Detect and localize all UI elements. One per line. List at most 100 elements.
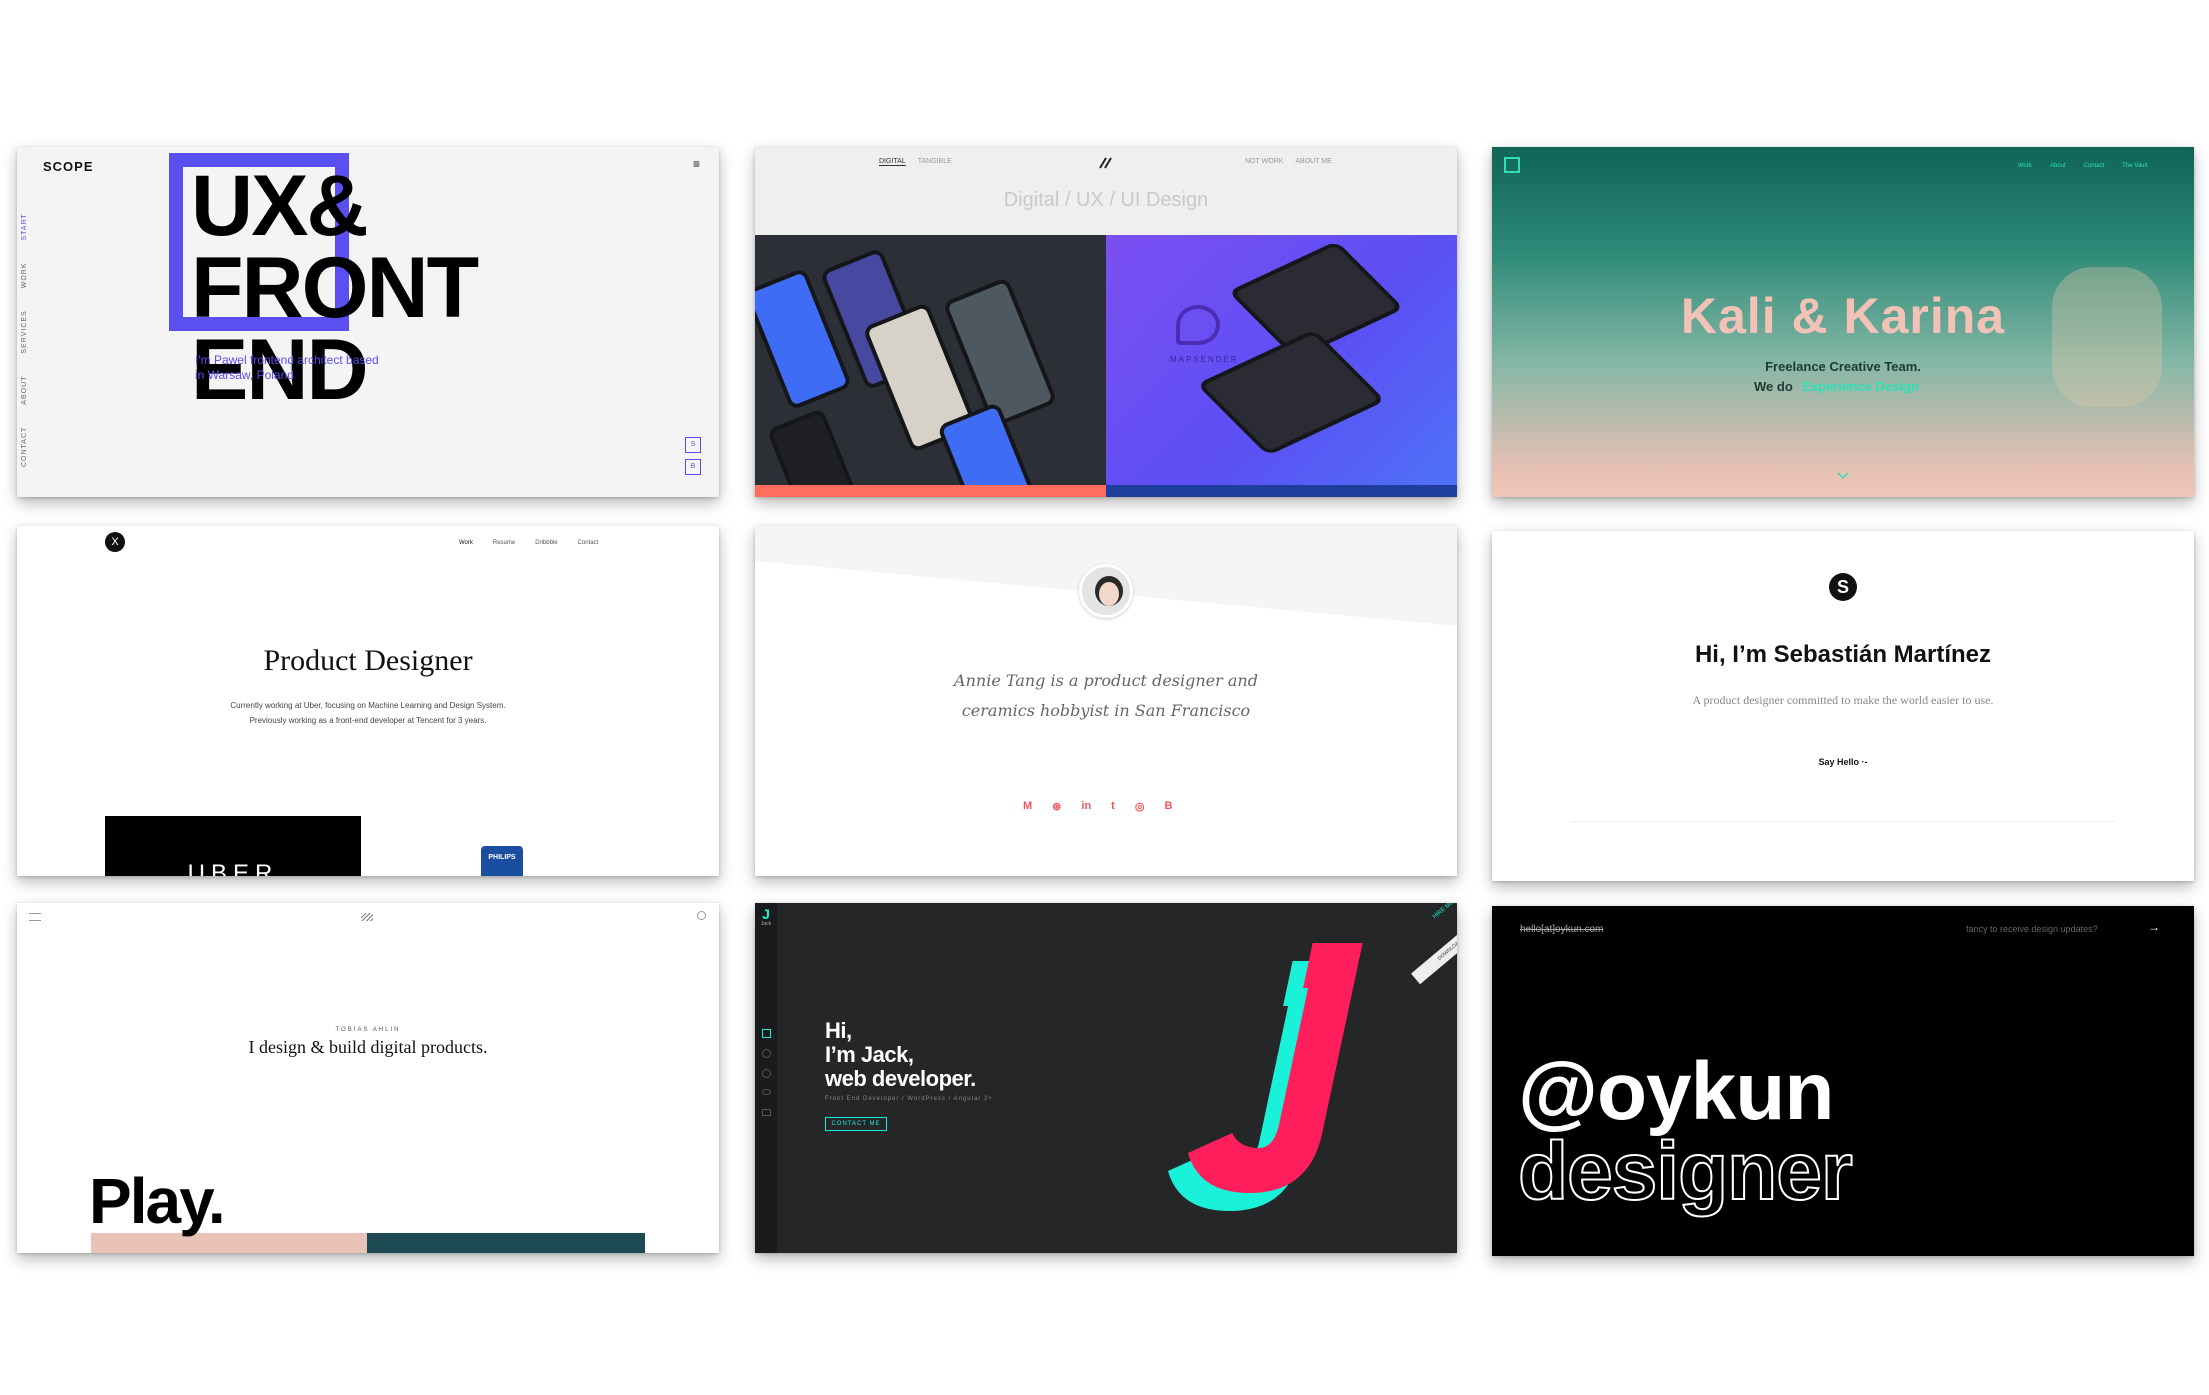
phone-mockup	[1196, 329, 1386, 456]
card-oykun[interactable]: hello[at]oykun.com fancy to receive desi…	[1492, 906, 2194, 1256]
nav-not-work[interactable]: NOT WORK	[1245, 158, 1283, 165]
intro-line: in Warsaw, Poland	[195, 368, 294, 382]
uber-logo: UBER	[187, 860, 279, 876]
subtitle: A product designer committed to make the…	[1692, 693, 1994, 707]
nav-work[interactable]: Work	[459, 540, 473, 546]
card-product[interactable]: X Work Resume Dribbble Contact Product D…	[17, 526, 719, 876]
nav-about[interactable]: About	[2050, 163, 2066, 169]
bio-line: Annie Tang is a product designer and	[954, 671, 1258, 690]
scope-logo[interactable]: SCOPE	[43, 159, 94, 174]
uber-tile[interactable]: UBER	[105, 816, 361, 876]
nav-dribbble[interactable]: Dribbble	[535, 540, 557, 546]
hamburger-icon[interactable]	[29, 913, 41, 921]
jack-logo-letter: J	[762, 906, 770, 922]
instagram-icon[interactable]: ◎	[1135, 800, 1145, 813]
philips-logo[interactable]: PHILIPS	[481, 846, 523, 876]
side-nav-item-active[interactable]: START	[21, 213, 28, 240]
headline-line-2: FRONT	[191, 240, 479, 336]
nav-work[interactable]: Work	[2018, 163, 2032, 169]
nav-about[interactable]: ABOUT ME	[1295, 158, 1331, 165]
medium-icon[interactable]: M	[1023, 800, 1032, 813]
nav-contact[interactable]: Contact	[578, 540, 599, 546]
we-do: We do	[1754, 379, 1793, 394]
card-sebastian[interactable]: S Hi, I’m Sebastián Martínez A product d…	[1492, 531, 2194, 881]
arrow-right-icon[interactable]: →	[2148, 920, 2160, 934]
philips-label: PHILIPS	[488, 854, 516, 861]
say-hello-link[interactable]: Say Hello ·-	[1492, 757, 2194, 767]
tab-tangible[interactable]: TANGIBLE	[918, 158, 952, 166]
card-scope[interactable]: SCOPE ≡ UX& FRONT END I'm Pawel frontend…	[17, 147, 719, 497]
ribbon-label: DOWNLOAD	[1436, 938, 1457, 962]
linkedin-icon[interactable]: in	[1081, 800, 1091, 813]
mapsender-brand: MAPSENDER	[1170, 355, 1239, 364]
chevron-down-icon[interactable]	[1837, 467, 1849, 480]
sidebar	[755, 903, 777, 1253]
social-button[interactable]: B	[685, 459, 701, 475]
tabs: DIGITAL TANGIBLE	[879, 158, 952, 166]
side-nav-item[interactable]: ABOUT	[21, 376, 28, 405]
heading: Digital / UX / UI Design	[1003, 189, 1209, 211]
intro-text: I'm Pawel frontend architect based in Wa…	[195, 353, 379, 383]
logo-icon[interactable]	[361, 913, 373, 921]
email-link[interactable]: hello[at]oykun.com	[1520, 924, 1603, 935]
contact-button[interactable]: CONTACT ME	[825, 1117, 887, 1131]
handle: @oykun	[1518, 1046, 1834, 1137]
headline-line: I’m Jack,	[825, 1042, 914, 1067]
hire-tag[interactable]: HIRE ME	[1432, 903, 1455, 920]
search-icon[interactable]	[697, 911, 706, 920]
tab-digital[interactable]: DIGITAL	[879, 158, 906, 166]
bio: Annie Tang is a product designer and cer…	[755, 666, 1457, 726]
nav-vault[interactable]: The Vault	[2122, 163, 2147, 169]
bio: Currently working at Uber, focusing on M…	[17, 698, 719, 728]
headline-line: web developer.	[825, 1066, 976, 1091]
bio-line: Previously working as a front-end develo…	[249, 716, 487, 725]
mapsender-logo-icon	[1176, 305, 1220, 345]
logo-icon[interactable]	[1099, 156, 1113, 169]
side-nav-item[interactable]: CONTACT	[21, 427, 28, 467]
phone-mockup	[766, 407, 864, 497]
page-title: Product Designer	[263, 644, 473, 677]
gear-icon[interactable]	[762, 1069, 771, 1078]
home-icon[interactable]	[762, 1029, 771, 1038]
mapsender-panel: MAPSENDER	[1106, 235, 1457, 497]
intro-line: I'm Pawel frontend architect based	[195, 353, 379, 367]
social-button[interactable]: S	[685, 437, 701, 453]
avatar-logo-icon[interactable]: X	[105, 532, 125, 552]
top-nav: NOT WORK ABOUT ME	[1245, 158, 1332, 165]
tagline: Freelance Creative Team.	[1765, 359, 1921, 374]
user-icon[interactable]	[762, 1049, 771, 1058]
jack-logo-name: Jack	[760, 921, 772, 927]
side-nav-item[interactable]: WORK	[21, 263, 28, 289]
color-strip	[755, 485, 1106, 497]
jack-logo[interactable]: J Jack	[759, 907, 773, 927]
side-nav-item[interactable]: SERVICES	[21, 310, 28, 353]
role: designer	[1517, 1126, 1854, 1217]
card-jack[interactable]: J Jack Hi, I’m Jack, web developer. Fron…	[755, 903, 1457, 1253]
menu-icon[interactable]: ≡	[693, 157, 700, 171]
divider	[1570, 821, 2116, 822]
dribbble-icon[interactable]: ⊛	[1052, 800, 1061, 813]
kk-logo-icon[interactable]	[1504, 157, 1520, 173]
side-nav: CONTACT ABOUT SERVICES WORK START	[21, 213, 28, 467]
newsletter-prompt[interactable]: fancy to receive design updates?	[1966, 924, 2098, 934]
nav-contact[interactable]: Contact	[2084, 163, 2105, 169]
page-title: Hi, I’m Sebastián Martínez	[1694, 641, 1992, 668]
s-logo-icon[interactable]: S	[1829, 573, 1857, 601]
card-digital[interactable]: DIGITAL TANGIBLE NOT WORK ABOUT ME Digit…	[755, 147, 1457, 497]
color-strip	[1106, 485, 1457, 497]
highlight: Experience Design	[1802, 379, 1919, 394]
mail-icon[interactable]	[762, 1109, 771, 1116]
eye-icon[interactable]	[762, 1089, 771, 1095]
headline-line-1: UX&	[191, 158, 369, 254]
card-tobias[interactable]: TOBIAS AHLIN I design & build digital pr…	[17, 903, 719, 1253]
card-kali[interactable]: Work About Contact The Vault Kali & Kari…	[1492, 147, 2194, 497]
card-annie[interactable]: Annie Tang is a product designer and cer…	[755, 526, 1457, 876]
behance-icon[interactable]: B	[1164, 800, 1172, 813]
hire-ribbon[interactable]: DOWNLOAD	[1411, 915, 1457, 985]
play-heading: Play.	[89, 1165, 226, 1237]
tumblr-icon[interactable]: t	[1111, 800, 1115, 813]
nav-resume[interactable]: Resume	[493, 540, 515, 546]
top-nav: Work Resume Dribbble Contact	[459, 540, 598, 546]
bio-line: Currently working at Uber, focusing on M…	[230, 701, 506, 710]
bio-line: ceramics hobbyist in San Francisco	[961, 701, 1251, 720]
